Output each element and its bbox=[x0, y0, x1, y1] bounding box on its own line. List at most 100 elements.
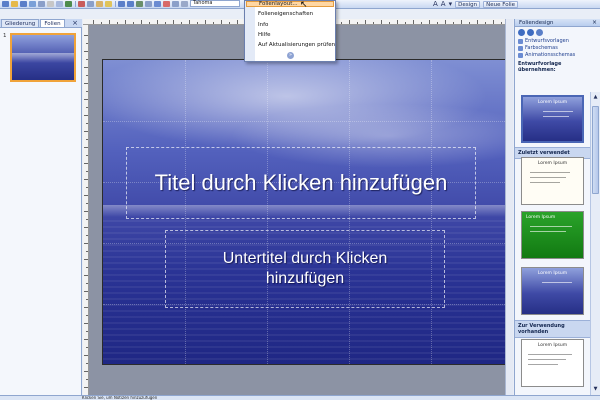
format-painter-icon[interactable] bbox=[105, 1, 112, 7]
dropdown-menu: Folienlayout... Folieneigenschaften Info… bbox=[244, 0, 336, 62]
font-name-field[interactable]: Tahoma bbox=[190, 0, 240, 7]
grid-line bbox=[103, 121, 511, 122]
ruler-tick bbox=[93, 20, 94, 24]
ruler-tick bbox=[237, 20, 238, 24]
ruler-tick bbox=[86, 347, 88, 348]
ruler-tick bbox=[84, 131, 88, 132]
ruler-tick bbox=[84, 259, 88, 260]
menu-item-check-updates[interactable]: Auf Aktualisierungen prüfen bbox=[258, 42, 335, 48]
new-file-icon[interactable] bbox=[2, 1, 9, 7]
ruler-tick bbox=[229, 22, 230, 24]
ruler-tick bbox=[365, 20, 366, 24]
menu-item-info[interactable]: Info bbox=[258, 22, 268, 28]
ruler-tick bbox=[205, 20, 206, 24]
vertical-scrollbar[interactable] bbox=[505, 19, 513, 395]
toolbar-right-group: A A ▾ Design Neue Folie bbox=[433, 0, 518, 8]
template-thumbnail-default[interactable]: Lorem Ipsum bbox=[521, 339, 584, 387]
link-design-templates[interactable]: Entwurfsvorlagen bbox=[515, 38, 600, 45]
ruler-tick bbox=[437, 22, 438, 24]
print-icon[interactable] bbox=[47, 1, 54, 7]
permission-icon[interactable] bbox=[29, 1, 36, 7]
ruler-tick bbox=[86, 59, 88, 60]
expand-menu-icon[interactable]: » bbox=[287, 52, 294, 59]
ruler-tick bbox=[84, 211, 88, 212]
scroll-down-icon[interactable]: ▼ bbox=[592, 386, 599, 393]
ruler-tick bbox=[86, 155, 88, 156]
subtitle-placeholder[interactable]: Untertitel durch Klicken hinzufügen bbox=[165, 230, 445, 308]
template-text-line bbox=[528, 354, 572, 355]
ruler-tick bbox=[389, 22, 390, 24]
template-text-line bbox=[543, 116, 569, 117]
ruler-tick bbox=[357, 22, 358, 24]
menu-item-help[interactable]: Hilfe bbox=[258, 32, 271, 38]
template-text-line bbox=[530, 177, 566, 178]
mouse-cursor-icon: ↖ bbox=[300, 0, 308, 10]
open-folder-icon[interactable] bbox=[11, 1, 18, 7]
tab-outline[interactable]: Gliederung bbox=[1, 19, 40, 27]
menu-icon-gutter bbox=[245, 1, 255, 61]
scrollbar-thumb[interactable] bbox=[592, 106, 599, 194]
ruler-tick bbox=[86, 363, 88, 364]
notes-bar[interactable]: Klicken Sie, um Notizen hinzuzufügen bbox=[0, 395, 600, 400]
cut-icon[interactable] bbox=[78, 1, 85, 7]
font-size-grow-icon[interactable]: A bbox=[433, 0, 438, 8]
task-pane-title: Foliendesign bbox=[519, 20, 554, 26]
insert-table-icon[interactable] bbox=[145, 1, 152, 7]
title-placeholder[interactable]: Titel durch Klicken hinzufügen bbox=[126, 147, 476, 219]
paste-icon[interactable] bbox=[96, 1, 103, 7]
task-pane-nav bbox=[515, 27, 600, 38]
ruler-tick bbox=[86, 203, 88, 204]
link-color-schemes[interactable]: Farbschemas bbox=[515, 45, 600, 52]
ruler-tick bbox=[86, 235, 88, 236]
font-color-icon[interactable]: ▾ bbox=[449, 0, 453, 8]
menu-item-slide-properties[interactable]: Folieneigenschaften bbox=[258, 11, 313, 17]
insert-chart-icon[interactable] bbox=[136, 1, 143, 7]
ruler-tick bbox=[493, 20, 494, 24]
back-icon[interactable] bbox=[518, 29, 525, 36]
home-icon[interactable] bbox=[536, 29, 543, 36]
font-size-shrink-icon[interactable]: A bbox=[441, 0, 446, 8]
ruler-tick bbox=[86, 219, 88, 220]
ruler-tick bbox=[86, 171, 88, 172]
forward-icon[interactable] bbox=[527, 29, 534, 36]
menu-item-highlighted[interactable]: Folienlayout... bbox=[246, 1, 334, 7]
task-pane: Foliendesign × Entwurfsvorlagen Farbsche… bbox=[514, 19, 600, 395]
design-button[interactable]: Design bbox=[455, 0, 481, 8]
close-icon[interactable]: × bbox=[72, 19, 78, 28]
slide-canvas[interactable]: Titel durch Klicken hinzufügen Untertite… bbox=[102, 59, 512, 365]
ruler-tick bbox=[84, 227, 88, 228]
ruler-tick bbox=[477, 20, 478, 24]
save-icon[interactable] bbox=[20, 1, 27, 7]
ruler-tick bbox=[84, 115, 88, 116]
new-slide-button[interactable]: Neue Folie bbox=[483, 0, 518, 8]
template-thumbnail-ocean[interactable]: Lorem Ipsum bbox=[521, 95, 584, 143]
ruler-tick bbox=[86, 251, 88, 252]
link-animation-schemes[interactable]: Animationsschemas bbox=[515, 52, 600, 59]
copy-icon[interactable] bbox=[87, 1, 94, 7]
ruler-tick bbox=[84, 307, 88, 308]
template-text-line bbox=[528, 359, 566, 360]
ruler-tick bbox=[84, 67, 88, 68]
scroll-up-icon[interactable]: ▲ bbox=[592, 94, 599, 101]
ruler-tick bbox=[101, 22, 102, 24]
undo-icon[interactable] bbox=[118, 1, 125, 7]
email-icon[interactable] bbox=[38, 1, 45, 7]
ruler-tick bbox=[349, 20, 350, 24]
ruler-tick bbox=[413, 20, 414, 24]
tab-slides[interactable]: Folien bbox=[40, 19, 65, 27]
ruler-tick bbox=[461, 20, 462, 24]
close-icon[interactable]: × bbox=[592, 19, 597, 27]
spelling-icon[interactable] bbox=[65, 1, 72, 7]
ruler-tick bbox=[397, 20, 398, 24]
template-thumbnail-green[interactable]: Lorem Ipsum bbox=[521, 211, 584, 259]
expand-all-icon[interactable] bbox=[172, 1, 179, 7]
print-preview-icon[interactable] bbox=[56, 1, 63, 7]
tables-borders-icon[interactable] bbox=[154, 1, 161, 7]
task-pane-scrollbar[interactable]: ▲ ▼ bbox=[590, 92, 600, 395]
template-thumbnail-white[interactable]: Lorem Ipsum bbox=[521, 157, 584, 205]
template-thumbnail-ocean-recent[interactable]: Lorem Ipsum bbox=[521, 267, 584, 315]
insert-hyperlink-icon[interactable] bbox=[163, 1, 170, 7]
redo-icon[interactable] bbox=[127, 1, 134, 7]
slide-thumbnail[interactable] bbox=[10, 33, 76, 82]
show-formatting-icon[interactable] bbox=[181, 1, 188, 7]
